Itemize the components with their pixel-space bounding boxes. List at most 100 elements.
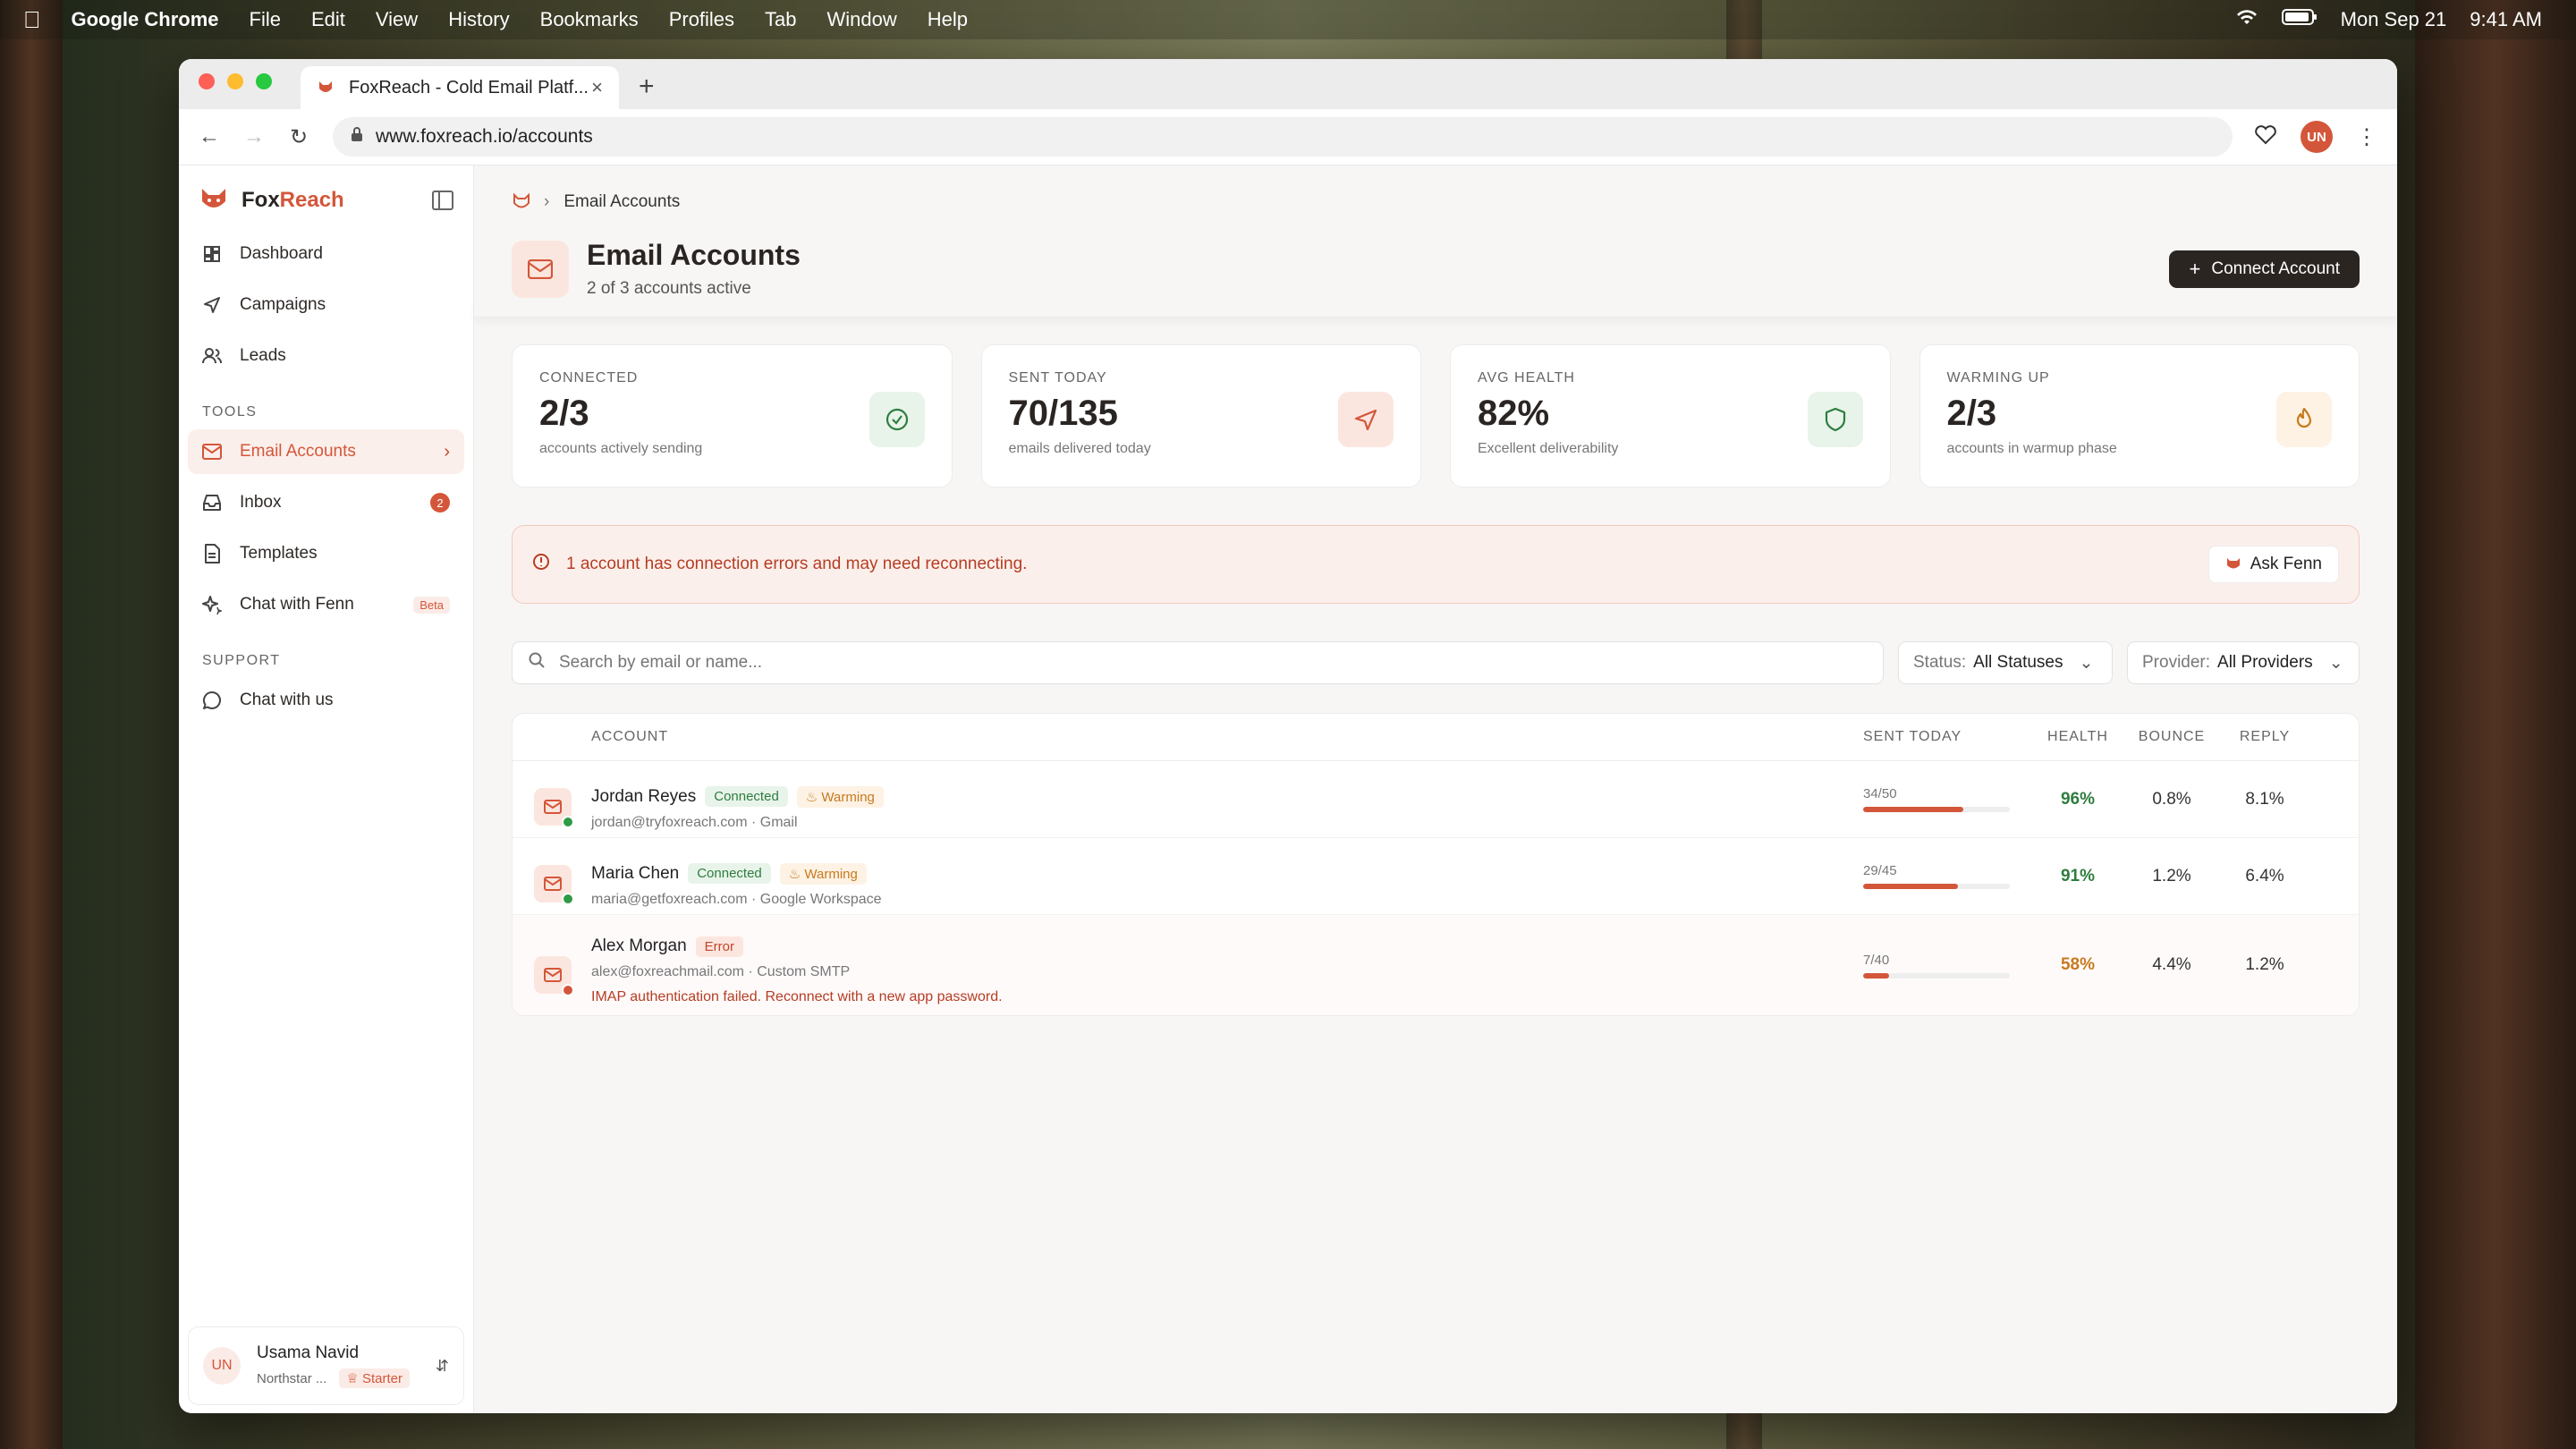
table-header: ACCOUNT SENT TODAY HEALTH BOUNCE REPLY xyxy=(513,714,2359,761)
account-name: Jordan Reyes xyxy=(591,786,697,806)
flame-icon xyxy=(2276,392,2332,447)
menu-file[interactable]: File xyxy=(250,8,281,31)
sidebar-item-dashboard[interactable]: Dashboard xyxy=(188,232,464,276)
filter-bar: Status: All Statuses ⌄ Provider: All Pro… xyxy=(512,641,2360,684)
sidebar-item-leads[interactable]: Leads xyxy=(188,334,464,378)
new-tab-icon[interactable]: + xyxy=(639,72,655,102)
fox-home-icon[interactable] xyxy=(512,192,531,212)
sidebar-item-label: Chat with Fenn xyxy=(240,595,354,614)
sidebar-item-templates[interactable]: Templates xyxy=(188,531,464,576)
account-name: Alex Morgan xyxy=(591,936,687,955)
flame-icon: ♨ xyxy=(805,789,818,805)
fox-icon xyxy=(2226,558,2240,569)
provider-filter-value: All Providers xyxy=(2217,653,2313,672)
wifi-icon[interactable] xyxy=(2235,8,2258,31)
chevron-up-down-icon: ⇵ xyxy=(435,1356,449,1375)
provider-filter-label: Provider: xyxy=(2142,653,2211,672)
sent-progress-bar xyxy=(1863,884,2010,889)
search-input[interactable] xyxy=(557,652,1867,674)
menu-view[interactable]: View xyxy=(376,8,418,31)
menu-bookmarks[interactable]: Bookmarks xyxy=(540,8,639,31)
search-box[interactable] xyxy=(512,641,1884,684)
battery-icon[interactable] xyxy=(2281,8,2318,31)
account-error-message: IMAP authentication failed. Reconnect wi… xyxy=(591,988,1003,1004)
warming-label: Warming xyxy=(821,789,875,805)
bounce-value: 0.8% xyxy=(2152,789,2191,809)
account-email: alex@foxreachmail.com · Custom SMTP xyxy=(591,963,851,979)
beta-badge: Beta xyxy=(413,596,450,614)
browser-tab[interactable]: FoxReach - Cold Email Platf... × xyxy=(301,66,619,109)
table-row[interactable]: Maria Chen Connected ♨ Warming maria@get… xyxy=(513,838,2359,915)
reload-icon[interactable]: ↻ xyxy=(288,124,309,150)
provider-filter-select[interactable]: Provider: All Providers ⌄ xyxy=(2127,641,2360,684)
connection-error-alert: 1 account has connection errors and may … xyxy=(512,525,2360,604)
profile-avatar[interactable]: UN xyxy=(2301,121,2333,153)
url-text: www.foxreach.io/accounts xyxy=(376,126,593,147)
sent-count: 34/50 xyxy=(1863,786,1897,801)
column-header-bounce[interactable]: BOUNCE xyxy=(2123,729,2221,745)
sidebar-item-inbox[interactable]: Inbox 2 xyxy=(188,480,464,525)
stat-card-connected: CONNECTED 2/3 accounts actively sending xyxy=(512,344,953,487)
menubar-time[interactable]: 9:41 AM xyxy=(2470,8,2542,31)
dashboard-icon xyxy=(202,244,222,264)
status-filter-label: Status: xyxy=(1913,653,1967,672)
account-email: maria@getfoxreach.com · Google Workspace xyxy=(591,891,882,907)
document-icon xyxy=(202,544,222,564)
back-icon[interactable]: ← xyxy=(199,124,220,149)
menubar-app-name[interactable]: Google Chrome xyxy=(72,8,219,31)
send-icon xyxy=(1338,392,1394,447)
stat-label: AVG HEALTH xyxy=(1478,370,1575,386)
mail-icon xyxy=(512,240,569,298)
tools-section-label: TOOLS xyxy=(202,404,258,419)
alert-circle-icon xyxy=(532,553,550,576)
more-menu-icon[interactable]: ⋮ xyxy=(2356,124,2377,150)
table-row[interactable]: Jordan Reyes Connected ♨ Warming jordan@… xyxy=(513,761,2359,838)
address-bar[interactable]: www.foxreach.io/accounts xyxy=(333,117,2233,157)
maximize-window-button[interactable] xyxy=(256,73,272,89)
breadcrumb: › Email Accounts xyxy=(512,192,2360,212)
plan-badge: ♕ Starter xyxy=(339,1368,410,1388)
close-tab-icon[interactable]: × xyxy=(591,76,603,99)
menu-history[interactable]: History xyxy=(448,8,509,31)
stat-value: 70/135 xyxy=(1008,394,1118,433)
column-header-reply[interactable]: REPLY xyxy=(2221,729,2309,745)
macos-menubar:  Google Chrome File Edit View History B… xyxy=(0,0,2576,39)
stats-row: CONNECTED 2/3 accounts actively sending … xyxy=(512,344,2360,487)
sidebar-item-chat-with-us[interactable]: Chat with us xyxy=(188,678,464,723)
sidebar: Fox Reach Dashboard Campaigns Leads TOOLS… xyxy=(179,165,474,1413)
stat-value: 2/3 xyxy=(539,394,589,433)
page-subtitle: 2 of 3 accounts active xyxy=(587,279,751,298)
ask-fenn-button[interactable]: Ask Fenn xyxy=(2207,546,2339,583)
status-badge: Connected xyxy=(688,863,771,884)
page-header: › Email Accounts Email Accounts 2 of 3 a… xyxy=(474,165,2397,318)
column-header-account[interactable]: ACCOUNT xyxy=(513,729,1863,745)
sidebar-collapse-icon[interactable] xyxy=(432,191,453,210)
foxreach-favicon-icon xyxy=(319,81,332,92)
menubar-date[interactable]: Mon Sep 21 xyxy=(2341,8,2447,31)
column-header-sent-today[interactable]: SENT TODAY xyxy=(1863,729,2033,745)
menu-edit[interactable]: Edit xyxy=(311,8,345,31)
status-filter-select[interactable]: Status: All Statuses ⌄ xyxy=(1898,641,2113,684)
close-window-button[interactable] xyxy=(199,73,215,89)
mail-icon xyxy=(534,955,574,996)
apple-icon[interactable]:  xyxy=(23,6,41,34)
sidebar-item-chat-with-fenn[interactable]: Chat with Fenn Beta xyxy=(188,582,464,627)
menu-tab[interactable]: Tab xyxy=(765,8,796,31)
menu-profiles[interactable]: Profiles xyxy=(669,8,734,31)
menu-window[interactable]: Window xyxy=(827,8,897,31)
user-avatar: UN xyxy=(203,1347,241,1385)
heart-icon[interactable] xyxy=(2254,124,2277,150)
sidebar-item-email-accounts[interactable]: Email Accounts › xyxy=(188,429,464,474)
reply-value: 8.1% xyxy=(2245,789,2284,809)
user-switcher[interactable]: UN Usama Navid Northstar ... ♕ Starter ⇵ xyxy=(188,1326,464,1405)
page-title: Email Accounts xyxy=(587,239,801,271)
connect-account-button[interactable]: + Connect Account xyxy=(2169,250,2360,288)
status-filter-value: All Statuses xyxy=(1973,653,2063,672)
menu-help[interactable]: Help xyxy=(928,8,968,31)
table-row[interactable]: Alex Morgan Error alex@foxreachmail.com … xyxy=(513,915,2359,1015)
minimize-window-button[interactable] xyxy=(227,73,243,89)
forward-icon[interactable]: → xyxy=(243,124,265,149)
column-header-health[interactable]: HEALTH xyxy=(2033,729,2123,745)
sidebar-item-campaigns[interactable]: Campaigns xyxy=(188,283,464,327)
sidebar-item-label: Email Accounts xyxy=(240,442,356,461)
